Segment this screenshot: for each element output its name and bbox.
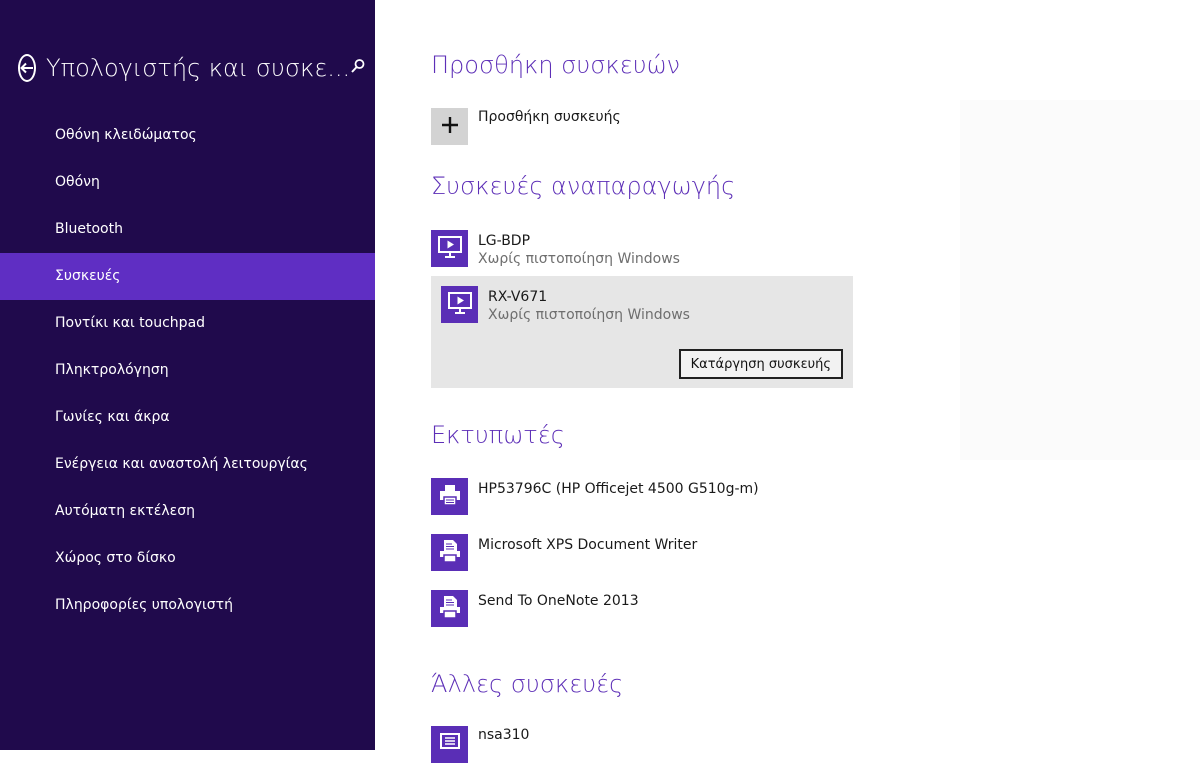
printer-tile (431, 590, 468, 627)
monitor-play-icon (447, 290, 473, 320)
sidebar-item-devices[interactable]: Συσκευές (0, 253, 375, 300)
add-device-tile[interactable] (431, 108, 468, 145)
sidebar-header: Υπολογιστής και συσκε... (18, 50, 366, 86)
background-panel (960, 100, 1200, 460)
printer-name: Send To OneNote 2013 (478, 593, 639, 609)
other-device-name: nsa310 (478, 727, 530, 743)
back-button[interactable] (18, 54, 36, 82)
other-devices-heading: Άλλες συσκευές (431, 670, 624, 698)
device-status: Χωρίς πιστοποίηση Windows (488, 307, 690, 323)
sidebar-item-autoplay[interactable]: Αυτόματη εκτέλεση (0, 488, 375, 535)
device-tile (441, 286, 478, 323)
printer-name: Microsoft XPS Document Writer (478, 537, 698, 553)
settings-sidebar: Υπολογιστής και συσκε... Οθόνη κλειδώματ… (0, 0, 375, 750)
selected-device-card[interactable]: RX-V671 Χωρίς πιστοποίηση Windows Κατάργ… (431, 276, 853, 388)
remove-device-button[interactable]: Κατάργηση συσκευής (678, 349, 843, 379)
printer-row-onenote[interactable]: Send To OneNote 2013 (431, 590, 639, 640)
playback-devices-heading: Συσκευές αναπαραγωγής (431, 172, 736, 200)
back-arrow-icon (20, 61, 34, 75)
printers-heading: Εκτυπωτές (431, 421, 565, 449)
printer-tile (431, 478, 468, 515)
sidebar-item-typing[interactable]: Πληκτρολόγηση (0, 347, 375, 394)
device-icon (437, 730, 463, 760)
search-button[interactable] (350, 57, 366, 79)
device-tile (431, 230, 468, 267)
sidebar-item-mouse-touchpad[interactable]: Ποντίκι και touchpad (0, 300, 375, 347)
document-printer-icon (437, 538, 463, 568)
sidebar-item-display[interactable]: Οθόνη (0, 159, 375, 206)
other-device-row-nsa310[interactable]: nsa310 (431, 726, 529, 776)
sidebar-title: Υπολογιστής και συσκε... (46, 54, 351, 82)
device-name: RX-V671 (488, 289, 548, 305)
printer-icon (437, 482, 463, 512)
add-device-label: Προσθήκη συσκευής (478, 109, 621, 125)
add-devices-heading: Προσθήκη συσκευών (431, 51, 681, 79)
sidebar-item-bluetooth[interactable]: Bluetooth (0, 206, 375, 253)
plus-icon (441, 116, 459, 138)
device-name: LG-BDP (478, 233, 531, 249)
device-tile (431, 726, 468, 763)
sidebar-item-pc-info[interactable]: Πληροφορίες υπολογιστή (0, 582, 375, 629)
device-row-rx-v671[interactable]: RX-V671 Χωρίς πιστοποίηση Windows (441, 286, 690, 336)
device-status: Χωρίς πιστοποίηση Windows (478, 251, 680, 267)
printer-row-hp[interactable]: HP53796C (HP Officejet 4500 G510g-m) (431, 478, 759, 528)
document-printer-icon (437, 594, 463, 624)
printer-tile (431, 534, 468, 571)
devices-main: Προσθήκη συσκευών Προσθήκη συσκευής Συσκ… (375, 0, 1200, 763)
printer-name: HP53796C (HP Officejet 4500 G510g-m) (478, 481, 759, 497)
sidebar-nav: Οθόνη κλειδώματος Οθόνη Bluetooth Συσκευ… (0, 112, 375, 629)
monitor-play-icon (437, 234, 463, 264)
sidebar-item-lock-screen[interactable]: Οθόνη κλειδώματος (0, 112, 375, 159)
device-row-lg-bdp[interactable]: LG-BDP Χωρίς πιστοποίηση Windows (431, 230, 680, 280)
sidebar-item-disk-space[interactable]: Χώρος στο δίσκο (0, 535, 375, 582)
sidebar-item-power-sleep[interactable]: Ενέργεια και αναστολή λειτουργίας (0, 441, 375, 488)
add-device-row[interactable]: Προσθήκη συσκευής (431, 108, 621, 158)
sidebar-item-corners-edges[interactable]: Γωνίες και άκρα (0, 394, 375, 441)
printer-row-xps[interactable]: Microsoft XPS Document Writer (431, 534, 697, 584)
search-icon (350, 58, 366, 78)
